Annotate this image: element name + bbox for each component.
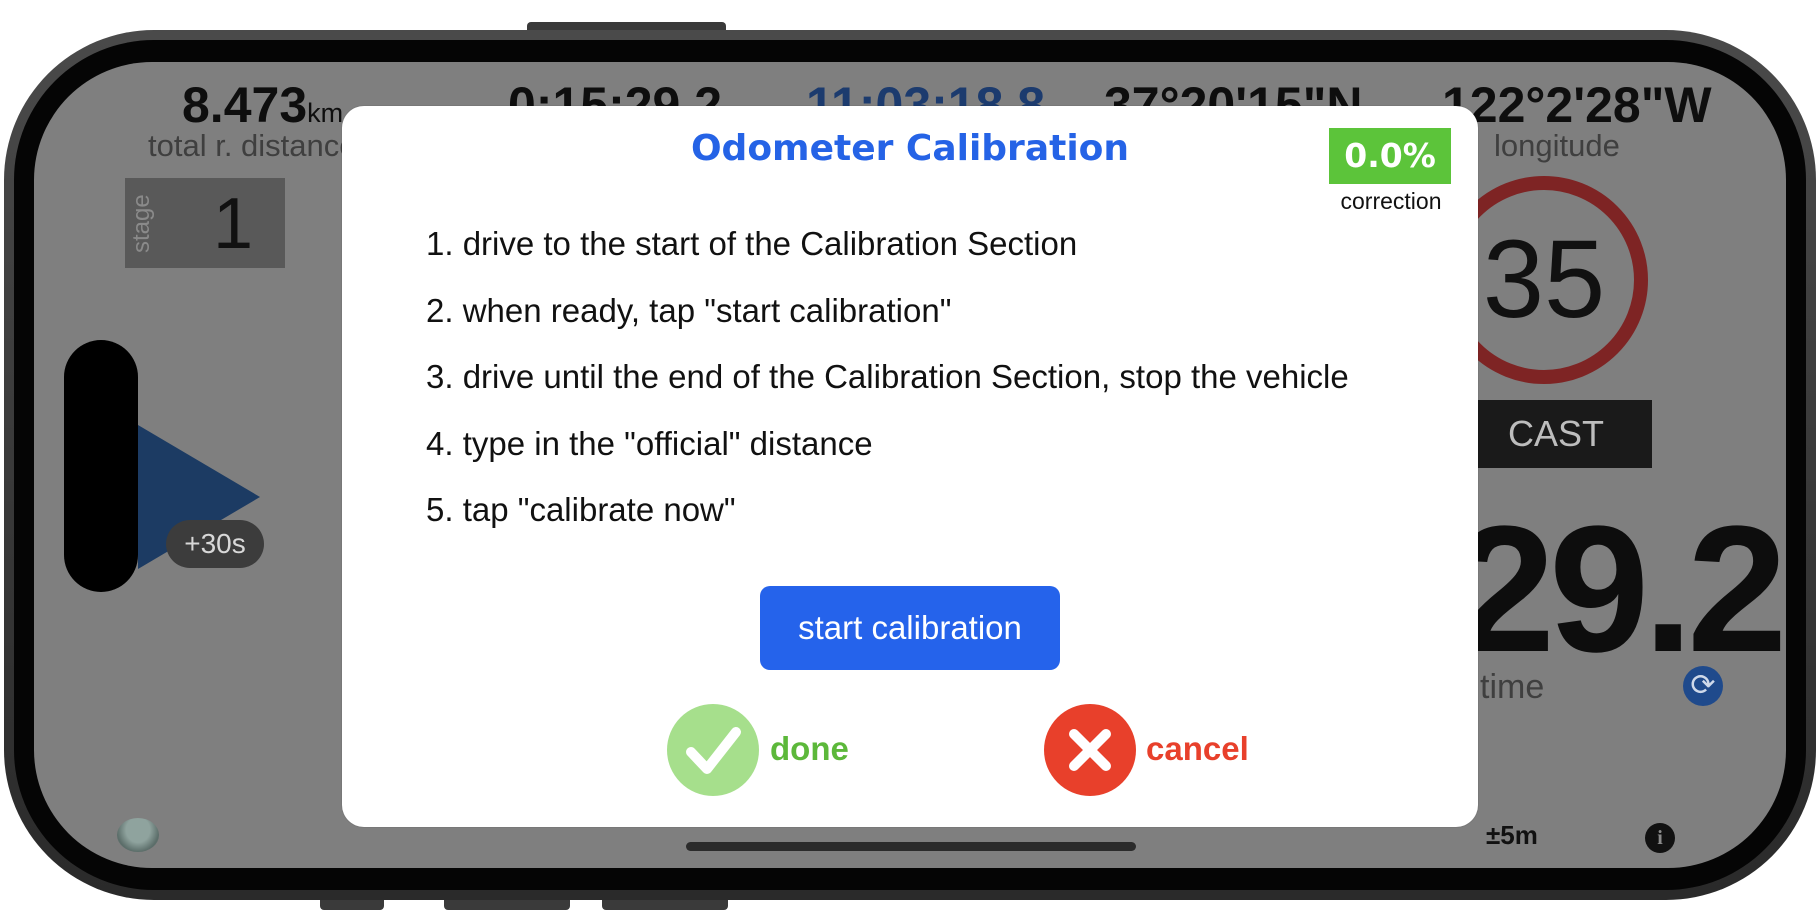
stage-label: stage — [128, 194, 155, 254]
gps-accuracy: ±5m — [1486, 820, 1538, 850]
checkmark-icon — [686, 727, 741, 774]
info-icon[interactable]: i — [1645, 823, 1675, 853]
time-offset-badge[interactable]: +30s — [166, 520, 264, 568]
instruction-list: 1. drive to the start of the Calibration… — [426, 211, 1349, 544]
instruction-step: 3. drive until the end of the Calibratio… — [426, 358, 1349, 395]
distance-unit: km — [307, 98, 344, 128]
start-calibration-button[interactable]: start calibration — [760, 586, 1060, 670]
home-indicator[interactable] — [686, 842, 1136, 851]
instruction-step: 1. drive to the start of the Calibration… — [426, 225, 1078, 262]
total-distance-label: total r. distance — [148, 128, 357, 163]
longitude-label: longitude — [1494, 128, 1620, 163]
gps-puck-icon — [117, 818, 159, 852]
refresh-icon[interactable]: ⟳ — [1683, 666, 1723, 706]
big-time-label: time — [1480, 668, 1545, 706]
instruction-step: 5. tap "calibrate now" — [426, 491, 736, 528]
stage-number: 1 — [212, 184, 254, 264]
dialog-title: Odometer Calibration — [690, 128, 1130, 169]
calibration-dialog: Odometer Calibration 0.0% correction 1. … — [342, 106, 1478, 827]
close-icon — [1069, 729, 1111, 771]
dynamic-island — [64, 340, 138, 592]
mode-button[interactable]: CAST — [1460, 400, 1652, 468]
big-time-value: 29.2 — [1455, 489, 1787, 690]
instruction-step: 4. type in the "official" distance — [426, 424, 873, 462]
longitude-value: 122°2'28"W — [1442, 77, 1712, 133]
instruction-step: 2. when ready, tap "start calibration" — [426, 291, 952, 329]
done-label[interactable]: done — [770, 730, 849, 768]
cancel-label[interactable]: cancel — [1146, 730, 1249, 768]
correction-badge: 0.0% — [1329, 128, 1451, 184]
cancel-button[interactable] — [1044, 704, 1136, 796]
done-button[interactable] — [667, 704, 759, 796]
